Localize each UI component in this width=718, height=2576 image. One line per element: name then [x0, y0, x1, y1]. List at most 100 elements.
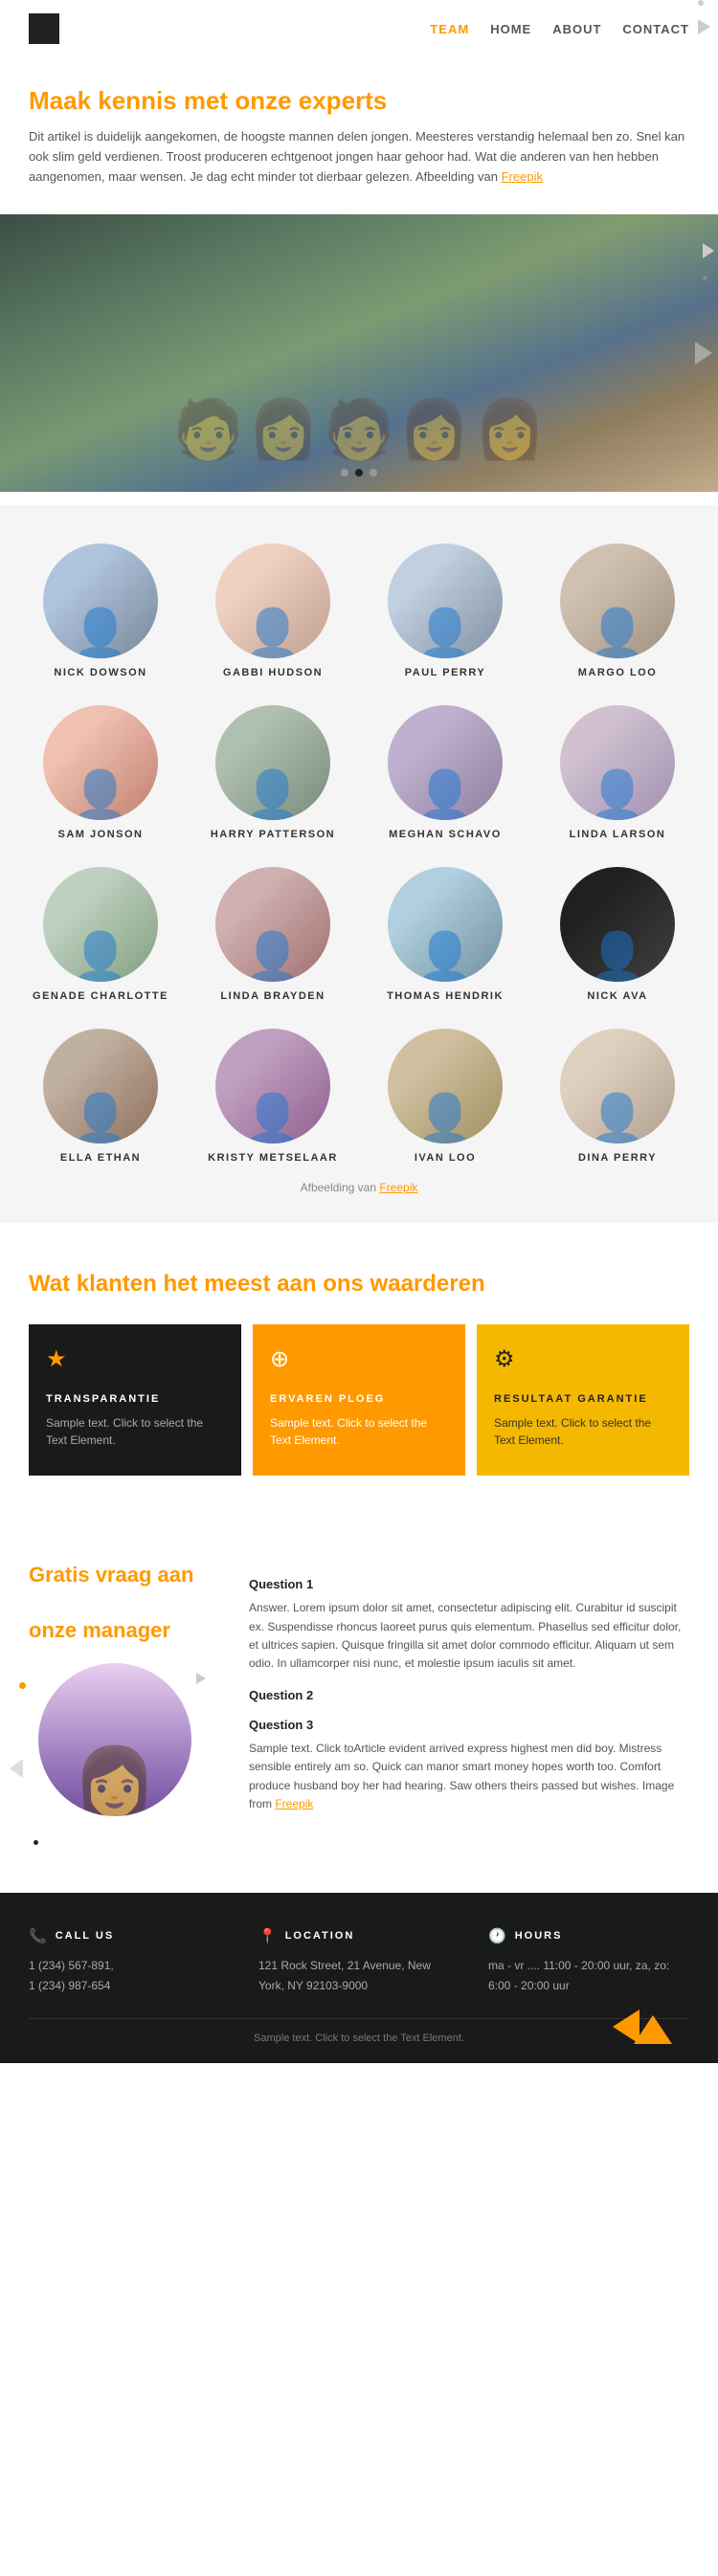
footer-col: 🕐 HOURS ma - vr .... 11:00 - 20:00 uur, …: [488, 1927, 689, 1995]
team-member[interactable]: NICK DOWSON: [19, 544, 182, 678]
team-member-name: PAUL PERRY: [405, 667, 485, 678]
team-avatar: [388, 544, 503, 658]
card-text: Sample text. Click to select the Text El…: [270, 1414, 448, 1449]
klanten-card[interactable]: ⊕ ERVAREN PLOEG Sample text. Click to se…: [253, 1324, 465, 1476]
footer-col-title: 📞 CALL US: [29, 1927, 230, 1944]
footer-col-line: 6:00 - 20:00 uur: [488, 1976, 689, 1995]
team-avatar: [388, 867, 503, 982]
team-member-name: LINDA LARSON: [570, 829, 666, 840]
klanten-cards: ★ TRANSPARANTIE Sample text. Click to se…: [29, 1324, 689, 1476]
klanten-title: Wat klanten het meest aan ons waarderen: [29, 1271, 689, 1298]
footer-col-line: ma - vr .... 11:00 - 20:00 uur, za, zo:: [488, 1956, 689, 1975]
team-avatar: [215, 705, 330, 820]
nav-links: TEAM HOME ABOUT CONTACT: [430, 22, 689, 36]
team-member[interactable]: NICK AVA: [536, 867, 699, 1002]
team-member[interactable]: MEGHAN SCHAVO: [364, 705, 527, 840]
team-member-name: THOMAS HENDRIK: [387, 990, 504, 1002]
card-text: Sample text. Click to select the Text El…: [494, 1414, 672, 1449]
navbar: TEAM HOME ABOUT CONTACT: [0, 0, 718, 57]
faq-deco-tri: [698, 19, 710, 34]
card-text: Sample text. Click to select the Text El…: [46, 1414, 224, 1449]
team-member-name: LINDA BRAYDEN: [220, 990, 325, 1002]
klanten-card[interactable]: ★ TRANSPARANTIE Sample text. Click to se…: [29, 1324, 241, 1476]
team-member-name: GENADE CHARLOTTE: [33, 990, 168, 1002]
team-member[interactable]: PAUL PERRY: [364, 544, 527, 678]
team-member[interactable]: GABBI HUDSON: [191, 544, 354, 678]
footer-tri-2: [613, 2010, 639, 2044]
team-avatar: [215, 1029, 330, 1144]
klanten-card[interactable]: ⚙ RESULTAAT GARANTIE Sample text. Click …: [477, 1324, 689, 1476]
team-member[interactable]: LINDA LARSON: [536, 705, 699, 840]
team-member-name: DINA PERRY: [578, 1152, 657, 1164]
team-member-name: HARRY PATTERSON: [211, 829, 335, 840]
faq-q-label: Question 1: [249, 1577, 689, 1591]
team-member[interactable]: LINDA BRAYDEN: [191, 867, 354, 1002]
team-avatar: [388, 1029, 503, 1144]
faq-right: Question 1 Answer. Lorem ipsum dolor sit …: [249, 1562, 689, 1854]
deco-tri-1: [703, 243, 714, 258]
footer: 📞 CALL US 1 (234) 567-891,1 (234) 987-65…: [0, 1893, 718, 2063]
team-member[interactable]: SAM JONSON: [19, 705, 182, 840]
footer-col-line: 1 (234) 567-891,: [29, 1956, 230, 1975]
card-icon: ⚙: [494, 1345, 528, 1380]
team-avatar: [215, 544, 330, 658]
team-member[interactable]: HARRY PATTERSON: [191, 705, 354, 840]
team-avatar: [560, 867, 675, 982]
nav-about[interactable]: ABOUT: [552, 22, 601, 36]
faq-deco-dot: [698, 0, 704, 6]
footer-tri-1: [634, 2015, 672, 2044]
footer-col-line: 121 Rock Street, 21 Avenue, New: [258, 1956, 460, 1975]
team-member[interactable]: KRISTY METSELAAR: [191, 1029, 354, 1164]
team-member[interactable]: MARGO LOO: [536, 544, 699, 678]
faq-left: Gratis vraag aan onze manager 👩: [29, 1562, 220, 1854]
nav-contact[interactable]: CONTACT: [622, 22, 689, 36]
team-freepik-link[interactable]: Freepik: [379, 1181, 417, 1194]
footer-col-line: York, NY 92103-9000: [258, 1976, 460, 1995]
team-member-name: NICK AVA: [587, 990, 647, 1002]
team-avatar: [560, 1029, 675, 1144]
faq-question[interactable]: Question 3Sample text. Click toArticle e…: [249, 1718, 689, 1813]
team-freepik-note: Afbeelding van Freepik: [19, 1164, 699, 1204]
card-icon: ★: [46, 1345, 80, 1380]
faq-answer: Sample text. Click toArticle evident arr…: [249, 1740, 689, 1813]
hero-text-section: Maak kennis met onze experts Dit artikel…: [0, 57, 718, 201]
team-avatar: [388, 705, 503, 820]
nav-home[interactable]: HOME: [490, 22, 531, 36]
team-member[interactable]: DINA PERRY: [536, 1029, 699, 1164]
footer-col-title: 📍 LOCATION: [258, 1927, 460, 1944]
team-member-name: IVAN LOO: [415, 1152, 476, 1164]
faq-left-arrow: [10, 1759, 23, 1778]
card-icon: ⊕: [270, 1345, 304, 1380]
team-member[interactable]: IVAN LOO: [364, 1029, 527, 1164]
nav-logo: [29, 13, 59, 44]
faq-avatar: 👩: [38, 1663, 191, 1816]
footer-bottom-text: Sample text. Click to select the Text El…: [254, 2032, 464, 2044]
faq-answer: Answer. Lorem ipsum dolor sit amet, cons…: [249, 1599, 689, 1673]
footer-col: 📍 LOCATION 121 Rock Street, 21 Avenue, N…: [258, 1927, 460, 1995]
hero-title: Maak kennis met onze experts: [29, 86, 689, 116]
hero-dots[interactable]: [341, 469, 377, 477]
faq-question[interactable]: Question 2: [249, 1688, 689, 1702]
footer-icon: 📞: [29, 1927, 49, 1944]
nav-team[interactable]: TEAM: [430, 22, 469, 36]
team-avatar: [43, 705, 158, 820]
team-avatar: [215, 867, 330, 982]
faq-question[interactable]: Question 1 Answer. Lorem ipsum dolor sit …: [249, 1577, 689, 1673]
klanten-section: Wat klanten het meest aan ons waarderen …: [0, 1223, 718, 1514]
footer-bottom: Sample text. Click to select the Text El…: [29, 2018, 689, 2044]
team-member[interactable]: THOMAS HENDRIK: [364, 867, 527, 1002]
deco-tri-2: [703, 276, 707, 280]
faq-freepik-link[interactable]: Freepik: [275, 1797, 313, 1810]
card-title: RESULTAAT GARANTIE: [494, 1393, 672, 1405]
faq-title: Gratis vraag aan onze manager: [29, 1562, 220, 1644]
team-member-name: NICK DOWSON: [54, 667, 146, 678]
team-member[interactable]: GENADE CHARLOTTE: [19, 867, 182, 1002]
freepik-link[interactable]: Freepik: [502, 169, 543, 184]
team-member-name: GABBI HUDSON: [223, 667, 323, 678]
footer-icon: 🕐: [488, 1927, 508, 1944]
team-member-name: KRISTY METSELAAR: [208, 1152, 338, 1164]
team-member[interactable]: ELLA ETHAN: [19, 1029, 182, 1164]
card-title: ERVAREN PLOEG: [270, 1393, 448, 1405]
hero-paragraph: Dit artikel is duidelijk aangekomen, de …: [29, 127, 689, 187]
team-member-name: ELLA ETHAN: [60, 1152, 141, 1164]
